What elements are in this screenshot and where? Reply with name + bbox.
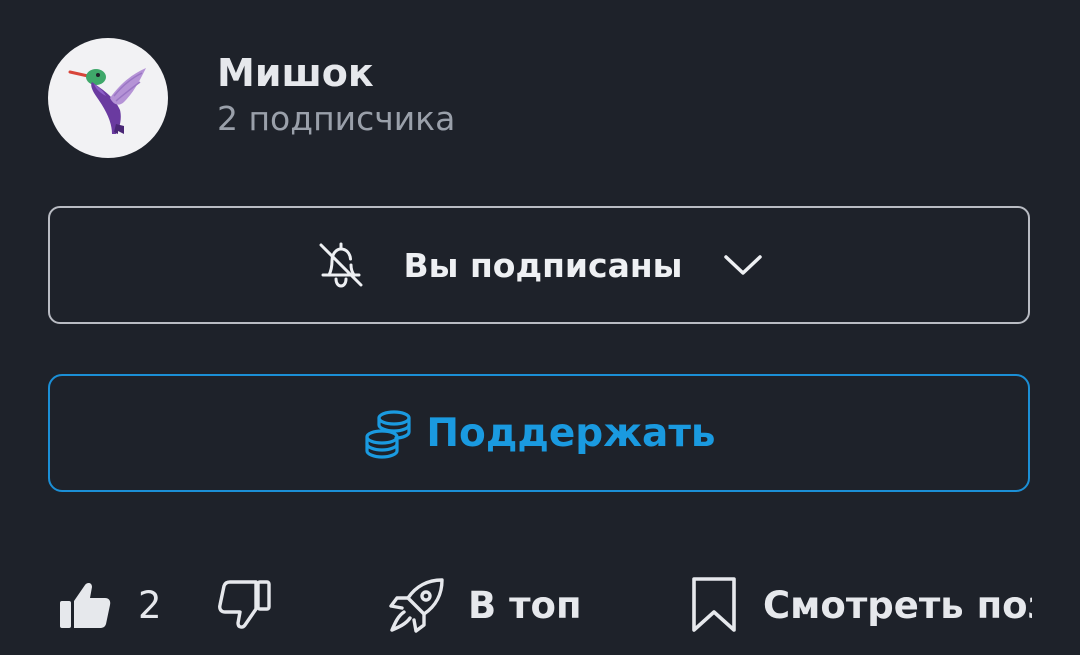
coins-icon	[365, 410, 412, 459]
subscribed-button[interactable]: Вы подписаны	[48, 206, 1030, 324]
rocket-icon	[389, 578, 444, 633]
dislike-button[interactable]	[218, 560, 272, 650]
channel-info: Мишок 2 подписчика	[217, 50, 455, 140]
bell-off-icon	[319, 242, 363, 288]
chevron-down-icon	[723, 255, 762, 275]
boost-to-top-button[interactable]: В топ	[388, 560, 582, 650]
channel-header[interactable]: Мишок 2 подписчика	[48, 38, 455, 158]
bookmark-icon	[692, 577, 736, 632]
thumbs-down-icon	[218, 580, 271, 629]
channel-avatar[interactable]	[48, 38, 168, 158]
boost-label: В топ	[468, 583, 582, 627]
subscribed-label: Вы подписаны	[403, 245, 683, 285]
hummingbird-icon	[68, 68, 146, 134]
video-channel-panel: Мишок 2 подписчика Вы подписаны Поддержа	[0, 0, 1080, 655]
channel-name[interactable]: Мишок	[217, 50, 455, 96]
watch-later-button[interactable]: Смотреть позже	[690, 560, 1032, 650]
support-button[interactable]: Поддержать	[48, 374, 1030, 492]
like-count: 2	[138, 583, 162, 627]
subscriber-count: 2 подписчика	[217, 99, 456, 138]
like-button[interactable]: 2	[58, 560, 162, 650]
watch-later-label: Смотреть позже	[763, 583, 1032, 627]
action-bar: 2 В топ Смотреть позже	[0, 560, 1032, 650]
support-label: Поддержать	[426, 410, 716, 456]
thumbs-up-icon	[60, 582, 111, 628]
